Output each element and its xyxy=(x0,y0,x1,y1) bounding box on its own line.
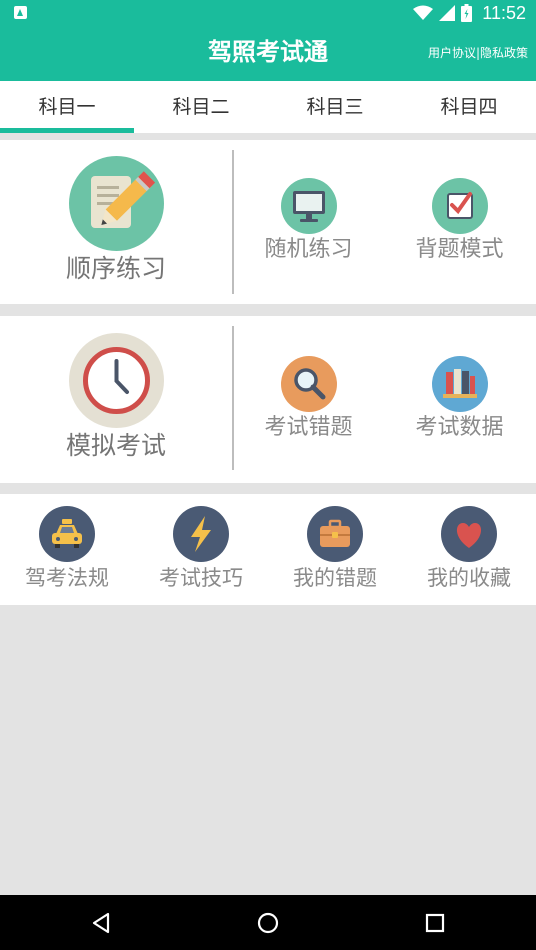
my-errors-button[interactable]: 我的错题 xyxy=(268,506,402,592)
exam-tips-button[interactable]: 考试技巧 xyxy=(134,506,268,592)
tab-subject-4[interactable]: 科目四 xyxy=(402,81,536,133)
traffic-rules-label: 驾考法规 xyxy=(25,566,109,590)
sequential-practice-label: 顺序练习 xyxy=(65,254,166,283)
checkbox-icon xyxy=(431,178,488,234)
status-icons: 11:52 xyxy=(413,2,526,24)
my-favorites-button[interactable]: 我的收藏 xyxy=(402,506,536,592)
memorize-mode-label: 背题模式 xyxy=(415,237,504,262)
exam-errors-label: 考试错题 xyxy=(264,415,353,440)
books-icon xyxy=(431,356,488,412)
home-icon[interactable] xyxy=(254,909,282,937)
magnifier-icon xyxy=(280,356,337,412)
app-bar: 驾照考试通 用户协议|隐私政策 xyxy=(0,26,536,81)
policy-links[interactable]: 用户协议|隐私政策 xyxy=(428,45,528,61)
back-icon[interactable] xyxy=(88,909,116,937)
clock-icon xyxy=(68,333,164,428)
battery-icon xyxy=(461,4,473,22)
mock-exam-button[interactable]: 模拟考试 xyxy=(0,333,232,462)
mock-exam-label: 模拟考试 xyxy=(65,431,166,460)
my-errors-label: 我的错题 xyxy=(293,566,377,590)
tab-subject-1[interactable]: 科目一 xyxy=(0,81,134,133)
random-practice-button[interactable]: 随机练习 xyxy=(233,178,384,264)
exam-tips-label: 考试技巧 xyxy=(159,566,243,590)
status-bar: 11:52 xyxy=(0,0,536,26)
tab-label: 科目一 xyxy=(38,96,96,118)
monitor-icon xyxy=(280,178,337,234)
tab-subject-3[interactable]: 科目三 xyxy=(268,81,402,133)
status-time: 11:52 xyxy=(482,3,526,23)
tab-selected-indicator xyxy=(0,128,134,133)
tab-label: 科目四 xyxy=(440,96,498,118)
tab-label: 科目三 xyxy=(306,96,364,118)
briefcase-icon xyxy=(307,506,363,562)
navigation-bar xyxy=(0,895,536,950)
exam-stats-label: 考试数据 xyxy=(415,415,504,440)
random-practice-label: 随机练习 xyxy=(264,237,353,262)
lightning-icon xyxy=(173,506,229,562)
exam-panel: 模拟考试 考试错题 考试数据 xyxy=(0,316,536,483)
sequential-practice-button[interactable]: 顺序练习 xyxy=(0,156,232,285)
signal-icon xyxy=(439,5,456,21)
my-favorites-label: 我的收藏 xyxy=(427,566,511,590)
pencil-notepad-icon xyxy=(68,156,164,251)
traffic-rules-button[interactable]: 驾考法规 xyxy=(0,506,134,592)
tab-label: 科目二 xyxy=(172,96,230,118)
subject-tabs: 科目一 科目二 科目三 科目四 xyxy=(0,81,536,133)
tab-subject-2[interactable]: 科目二 xyxy=(134,81,268,133)
memorize-mode-button[interactable]: 背题模式 xyxy=(384,178,535,264)
tools-panel: 驾考法规 考试技巧 我的错题 我的收藏 xyxy=(0,494,536,605)
taxi-icon xyxy=(39,506,95,562)
practice-panel: 顺序练习 随机练习 背题模式 xyxy=(0,140,536,304)
heart-icon xyxy=(441,506,497,562)
exam-stats-button[interactable]: 考试数据 xyxy=(384,356,535,442)
app-notification-icon xyxy=(14,6,27,19)
recents-icon[interactable] xyxy=(421,909,449,937)
wifi-icon xyxy=(413,5,434,21)
exam-errors-button[interactable]: 考试错题 xyxy=(233,356,384,442)
